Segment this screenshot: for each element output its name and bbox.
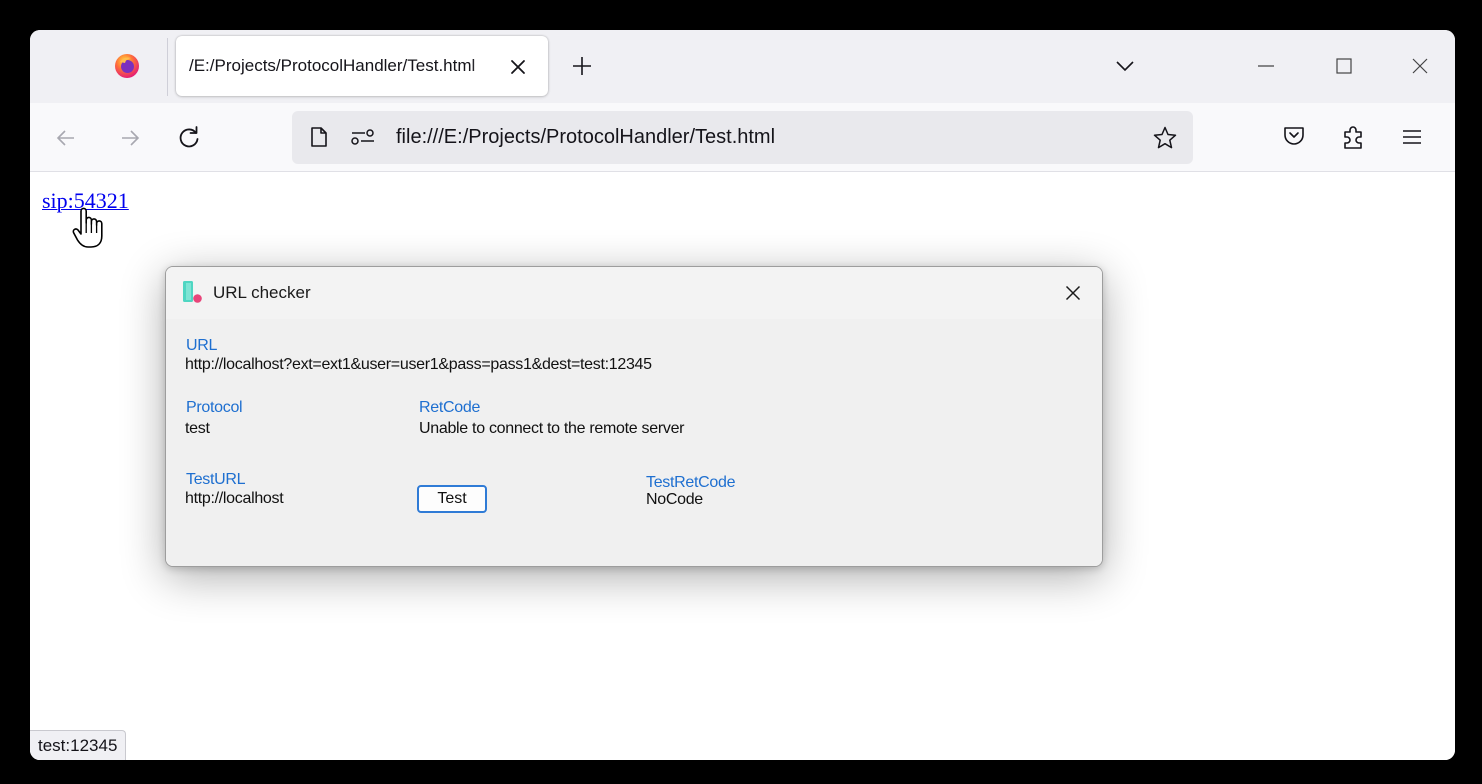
dialog-body: URL http://localhost?ext=ext1&user=user1… (166, 319, 1102, 566)
test-button[interactable]: Test (417, 485, 487, 513)
protocol-value: test (185, 420, 210, 437)
url-label: URL (186, 337, 218, 354)
app-icon (183, 281, 202, 303)
url-checker-dialog: URL checker URL http://localhost?ext=ext… (165, 266, 1103, 567)
address-bar[interactable]: file:///E:/Projects/ProtocolHandler/Test… (292, 111, 1193, 164)
firefox-logo-icon[interactable] (114, 53, 140, 79)
protocol-label: Protocol (186, 399, 243, 416)
testurl-label: TestURL (186, 471, 246, 488)
testretcode-label: TestRetCode (646, 474, 736, 491)
retcode-value: Unable to connect to the remote server (419, 420, 685, 437)
close-icon[interactable] (1064, 284, 1082, 302)
nav-toolbar: file:///E:/Projects/ProtocolHandler/Test… (30, 103, 1455, 172)
url-value: http://localhost?ext=ext1&user=user1&pas… (185, 356, 652, 373)
tab-active[interactable]: /E:/Projects/ProtocolHandler/Test.html (176, 36, 548, 96)
status-bar: test:12345 (30, 730, 127, 760)
testurl-value: http://localhost (185, 490, 284, 507)
minimize-icon[interactable] (1254, 54, 1278, 78)
hand-cursor-icon (72, 207, 103, 248)
arrow-right-icon[interactable] (118, 126, 142, 150)
hamburger-menu-icon[interactable] (1399, 125, 1425, 149)
url-text[interactable]: file:///E:/Projects/ProtocolHandler/Test… (396, 126, 775, 149)
retcode-label: RetCode (419, 399, 481, 416)
dialog-titlebar[interactable]: URL checker (166, 267, 1102, 319)
maximize-icon[interactable] (1332, 54, 1356, 78)
chevron-down-icon[interactable] (1114, 58, 1136, 74)
star-icon[interactable] (1152, 125, 1178, 151)
testretcode-value: NoCode (646, 491, 703, 508)
close-icon[interactable] (509, 58, 527, 76)
window-close-icon[interactable] (1408, 54, 1432, 78)
tab-separator (167, 38, 168, 96)
permissions-icon[interactable] (350, 127, 376, 147)
pocket-icon[interactable] (1281, 123, 1307, 149)
tab-title: /E:/Projects/ProtocolHandler/Test.html (189, 56, 476, 75)
reload-icon[interactable] (176, 125, 202, 151)
tab-bar: /E:/Projects/ProtocolHandler/Test.html (30, 30, 1455, 103)
plus-icon[interactable] (570, 54, 594, 78)
page-icon (311, 127, 327, 147)
arrow-left-icon[interactable] (54, 126, 78, 150)
puzzle-icon[interactable] (1339, 123, 1367, 151)
dialog-title: URL checker (213, 283, 311, 302)
